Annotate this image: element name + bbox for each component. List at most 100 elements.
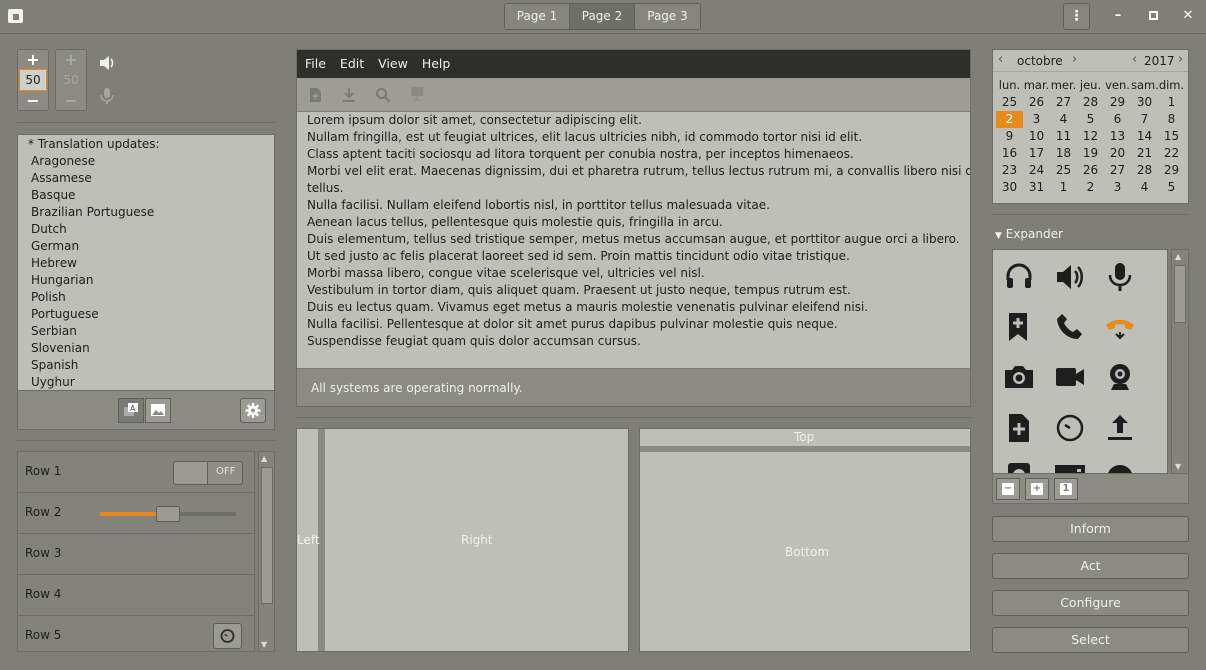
calendar-day[interactable]: 23 [996, 162, 1023, 179]
list-item[interactable]: Assamese [18, 170, 274, 187]
speaker-icon[interactable] [98, 54, 116, 72]
webcam-icon[interactable] [1103, 360, 1137, 394]
clock-icon[interactable] [1053, 411, 1087, 445]
calendar-day[interactable]: 28 [1131, 162, 1158, 179]
scrollbar-thumb[interactable] [1174, 265, 1186, 323]
list-item[interactable]: Serbian [18, 323, 274, 340]
calendar-day[interactable]: 26 [1077, 162, 1104, 179]
calendar-day[interactable]: 1 [1050, 179, 1077, 196]
icon-view[interactable] [992, 249, 1168, 474]
calendar-day[interactable]: 17 [1023, 145, 1050, 162]
inform-button[interactable]: Inform [992, 516, 1189, 542]
list-item[interactable]: Basque [18, 187, 274, 204]
calendar-day[interactable]: 16 [996, 145, 1023, 162]
phone-icon[interactable] [1053, 310, 1087, 344]
calendar-day[interactable]: 18 [1050, 145, 1077, 162]
slider-knob[interactable] [156, 506, 180, 522]
list-item[interactable]: Hebrew [18, 255, 274, 272]
add-button[interactable]: + [1025, 478, 1049, 500]
calendar-day[interactable]: 2 [1077, 179, 1104, 196]
calendar-day[interactable]: 28 [1077, 94, 1104, 111]
calendar-day[interactable]: 4 [1050, 111, 1077, 128]
calendar-day[interactable]: 24 [1023, 162, 1050, 179]
calendar-day[interactable]: 27 [1104, 162, 1131, 179]
maximize-button[interactable] [1144, 7, 1162, 25]
calendar-day[interactable]: 13 [1104, 128, 1131, 145]
scroll-down-icon[interactable]: ▼ [1175, 462, 1181, 471]
settings-button[interactable] [240, 398, 266, 423]
menu-edit[interactable]: Edit [332, 50, 370, 78]
calendar-day[interactable]: 7 [1131, 111, 1158, 128]
calendar-day-selected[interactable]: 2 [996, 111, 1023, 128]
list-item[interactable]: German [18, 238, 274, 255]
menu-help[interactable]: Help [414, 50, 457, 78]
calendar-day[interactable]: 8 [1158, 111, 1185, 128]
toggle-switch[interactable]: OFF [173, 461, 243, 485]
increment-button[interactable]: + [18, 50, 48, 69]
microphone-icon[interactable] [1103, 260, 1137, 294]
act-button[interactable]: Act [992, 553, 1189, 579]
close-button[interactable]: ✕ [1179, 7, 1197, 25]
calendar-day[interactable]: 29 [1104, 94, 1131, 111]
calendar-day[interactable]: 14 [1131, 128, 1158, 145]
scroll-down-icon[interactable]: ▼ [261, 640, 267, 649]
minimize-button[interactable]: – [1109, 7, 1127, 25]
download-icon[interactable] [341, 86, 357, 104]
tab-page-2[interactable]: Page 2 [570, 4, 635, 29]
spin-button-enabled[interactable]: + 50 − [17, 49, 49, 111]
list-item[interactable]: Polish [18, 289, 274, 306]
calendar-day[interactable]: 30 [1131, 94, 1158, 111]
document-add-icon[interactable] [1002, 411, 1036, 445]
list-item[interactable]: Uyghur [18, 374, 274, 390]
calendar-day[interactable]: 5 [1158, 179, 1185, 196]
calendar-day[interactable]: 30 [996, 179, 1023, 196]
list-row[interactable]: Row 5 [18, 616, 254, 651]
next-month-icon[interactable]: › [1072, 52, 1077, 67]
tab-page-3[interactable]: Page 3 [635, 4, 700, 29]
video-camera-icon[interactable] [1053, 360, 1087, 394]
list-row[interactable]: Row 3 [18, 534, 254, 575]
prev-month-icon[interactable]: ‹ [998, 52, 1003, 67]
presentation-icon[interactable] [409, 85, 425, 103]
calendar-day[interactable]: 12 [1077, 128, 1104, 145]
new-document-icon[interactable] [307, 86, 323, 104]
calendar-day[interactable]: 11 [1050, 128, 1077, 145]
list-item[interactable]: Hungarian [18, 272, 274, 289]
search-icon[interactable] [375, 86, 391, 104]
kebab-menu-button[interactable]: ⋮ [1063, 3, 1090, 30]
remove-button[interactable]: − [996, 478, 1020, 500]
expander-header[interactable]: ▼ Expander [995, 227, 1063, 241]
calendar-day[interactable]: 25 [996, 94, 1023, 111]
scrollbar-thumb[interactable] [261, 467, 273, 604]
calendar-day[interactable]: 10 [1023, 128, 1050, 145]
calendar-day[interactable]: 20 [1104, 145, 1131, 162]
list-item[interactable]: Aragonese [18, 153, 274, 170]
headphones-icon[interactable] [1002, 260, 1036, 294]
list-row[interactable]: Row 4 [18, 575, 254, 616]
calendar-day[interactable]: 25 [1050, 162, 1077, 179]
calendar-day[interactable]: 15 [1158, 128, 1185, 145]
calendar-day[interactable]: 19 [1077, 145, 1104, 162]
list-row[interactable]: Row 1 OFF [18, 452, 254, 493]
translation-list[interactable]: * Translation updates: Aragonese Assames… [17, 134, 275, 390]
calendar-day[interactable]: 31 [1023, 179, 1050, 196]
bookmark-add-icon[interactable] [1002, 310, 1036, 344]
calendar-day[interactable]: 26 [1023, 94, 1050, 111]
list-row[interactable]: Row 2 [18, 493, 254, 534]
text-view[interactable]: Lorem ipsum dolor sit amet, consectetur … [297, 112, 970, 369]
hangup-icon[interactable] [1103, 310, 1137, 344]
list-item[interactable]: Brazilian Portuguese [18, 204, 274, 221]
speaker-icon[interactable] [1053, 260, 1087, 294]
row-action-button[interactable] [213, 623, 242, 649]
calendar-day[interactable]: 29 [1158, 162, 1185, 179]
select-button[interactable]: Select [992, 627, 1189, 653]
prev-year-icon[interactable]: ‹ [1132, 52, 1137, 67]
image-mode-button[interactable] [145, 398, 171, 423]
upload-icon[interactable] [1103, 411, 1137, 445]
tab-page-1[interactable]: Page 1 [505, 4, 570, 29]
camera-icon[interactable] [1002, 360, 1036, 394]
list-item[interactable]: Dutch [18, 221, 274, 238]
spin-value-input[interactable]: 50 [19, 69, 47, 91]
slider-track[interactable] [100, 506, 236, 522]
list-item[interactable]: Portuguese [18, 306, 274, 323]
